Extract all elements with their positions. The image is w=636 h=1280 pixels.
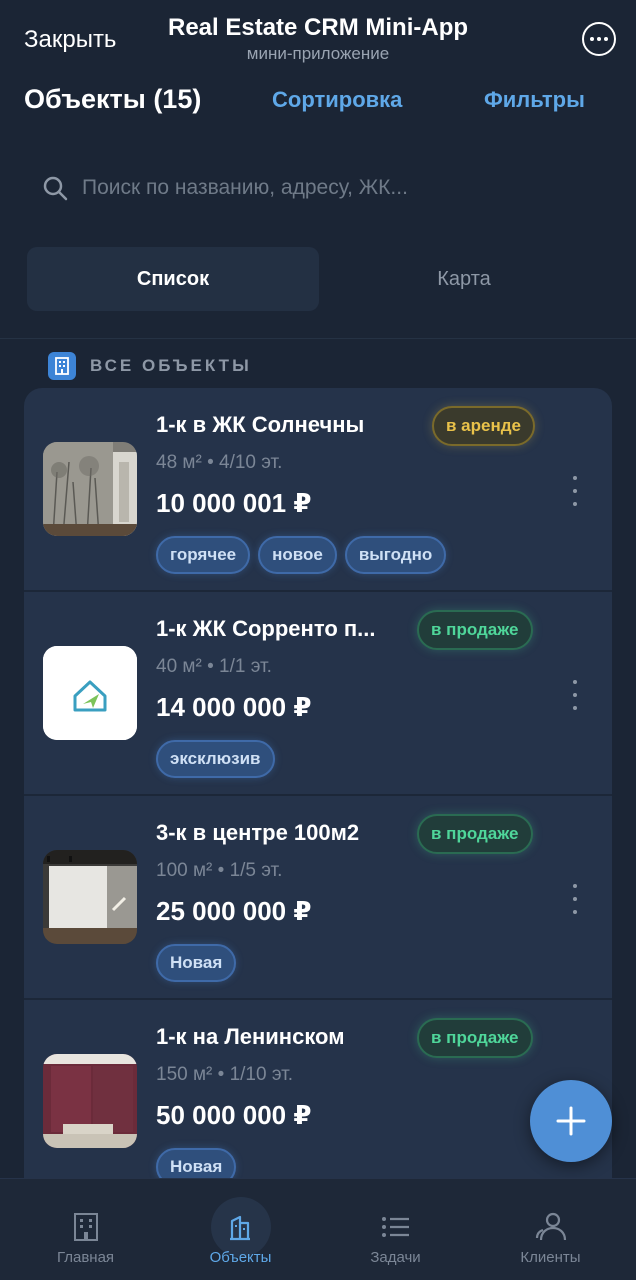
page-title: Объекты (15) [24, 84, 202, 114]
tag[interactable]: выгодно [344, 536, 447, 574]
listing-title: 3-к в центре 100м2 [156, 820, 360, 845]
building-icon [56, 1197, 116, 1257]
status-badge: в продаже [417, 1018, 533, 1058]
listing-price: 50 000 000 ₽ [156, 1100, 312, 1130]
filters-button[interactable]: Фильтры [484, 87, 585, 113]
nav-item-objects[interactable]: Объекты [161, 1179, 320, 1280]
listing-meta: 48 м² • 4/10 эт. [156, 452, 283, 473]
nav-item-clients[interactable]: Клиенты [471, 1179, 630, 1280]
search-input[interactable] [82, 176, 602, 200]
listing-price: 14 000 000 ₽ [156, 692, 312, 722]
listing-title: 1-к ЖК Сорренто п... [156, 616, 376, 641]
nav-label: Задачи [370, 1249, 421, 1266]
kebab-menu-icon[interactable] [569, 680, 581, 710]
listing-photo [43, 442, 137, 536]
nav-label: Объекты [209, 1249, 272, 1266]
tab-map[interactable]: Карта [318, 247, 610, 311]
top-bar: Закрыть Real Estate CRM Mini-App мини-пр… [0, 0, 636, 76]
nav-item-tasks[interactable]: Задачи [316, 1179, 475, 1280]
search-bar[interactable] [24, 156, 612, 220]
divider [0, 338, 636, 339]
app-subtitle: мини-приложение [246, 44, 390, 63]
status-badge: в продаже [417, 814, 533, 854]
building-icon [48, 352, 76, 380]
tag-list: эксклюзив [156, 740, 275, 778]
people-icon [521, 1197, 581, 1257]
listing-price: 25 000 000 ₽ [156, 896, 312, 926]
status-badge: в продаже [417, 610, 533, 650]
tag[interactable]: новое [258, 536, 337, 574]
tag-list: горячее новое выгодно [156, 536, 447, 574]
listing-meta: 100 м² • 1/5 эт. [156, 860, 283, 881]
buildings-icon [210, 1197, 271, 1257]
listing-photo [43, 646, 137, 740]
bottom-nav: Главная Объекты Задачи Клиенты [0, 1178, 636, 1280]
status-badge: в аренде [432, 406, 535, 446]
listing-meta: 40 м² • 1/1 эт. [156, 656, 272, 677]
listing-price: 10 000 001 ₽ [156, 488, 312, 518]
tag[interactable]: эксклюзив [156, 740, 275, 778]
tab-list[interactable]: Список [27, 247, 319, 311]
listing-photo [43, 1054, 137, 1148]
listing-card[interactable]: 1-к в ЖК Солнечны в аренде 48 м² • 4/10 … [24, 388, 612, 592]
kebab-menu-icon[interactable] [569, 884, 581, 914]
sort-button[interactable]: Сортировка [272, 87, 402, 113]
view-toggle: Список Карта [24, 244, 612, 314]
listing-list: 1-к в ЖК Солнечны в аренде 48 м² • 4/10 … [24, 388, 612, 1198]
listing-photo [43, 850, 137, 944]
app-title: Real Estate CRM Mini-App [167, 14, 469, 41]
add-listing-button[interactable] [530, 1080, 612, 1162]
section-header: ВСЕ ОБЪЕКТЫ [48, 352, 252, 380]
more-options-icon[interactable] [582, 22, 616, 56]
tag[interactable]: Новая [156, 944, 237, 982]
listing-card[interactable]: 3-к в центре 100м2 в продаже 100 м² • 1/… [24, 796, 612, 1000]
listing-title: 1-к на Ленинском [156, 1024, 345, 1049]
search-icon [43, 176, 68, 201]
listing-meta: 150 м² • 1/10 эт. [156, 1064, 293, 1085]
nav-label: Главная [56, 1249, 115, 1266]
kebab-menu-icon[interactable] [569, 476, 581, 506]
list-icon [366, 1197, 426, 1257]
house-logo-icon [43, 646, 137, 740]
tag-list: Новая [156, 944, 237, 982]
section-label: ВСЕ ОБЪЕКТЫ [90, 356, 252, 375]
plus-icon [556, 1106, 586, 1136]
nav-label: Клиенты [520, 1249, 581, 1266]
listing-card[interactable]: 1-к на Ленинском в продаже 150 м² • 1/10… [24, 1000, 612, 1198]
listing-card[interactable]: 1-к ЖК Сорренто п... в продаже 40 м² • 1… [24, 592, 612, 796]
nav-item-home[interactable]: Главная [6, 1179, 165, 1280]
tag[interactable]: горячее [156, 536, 251, 574]
listing-title: 1-к в ЖК Солнечны [156, 412, 365, 437]
